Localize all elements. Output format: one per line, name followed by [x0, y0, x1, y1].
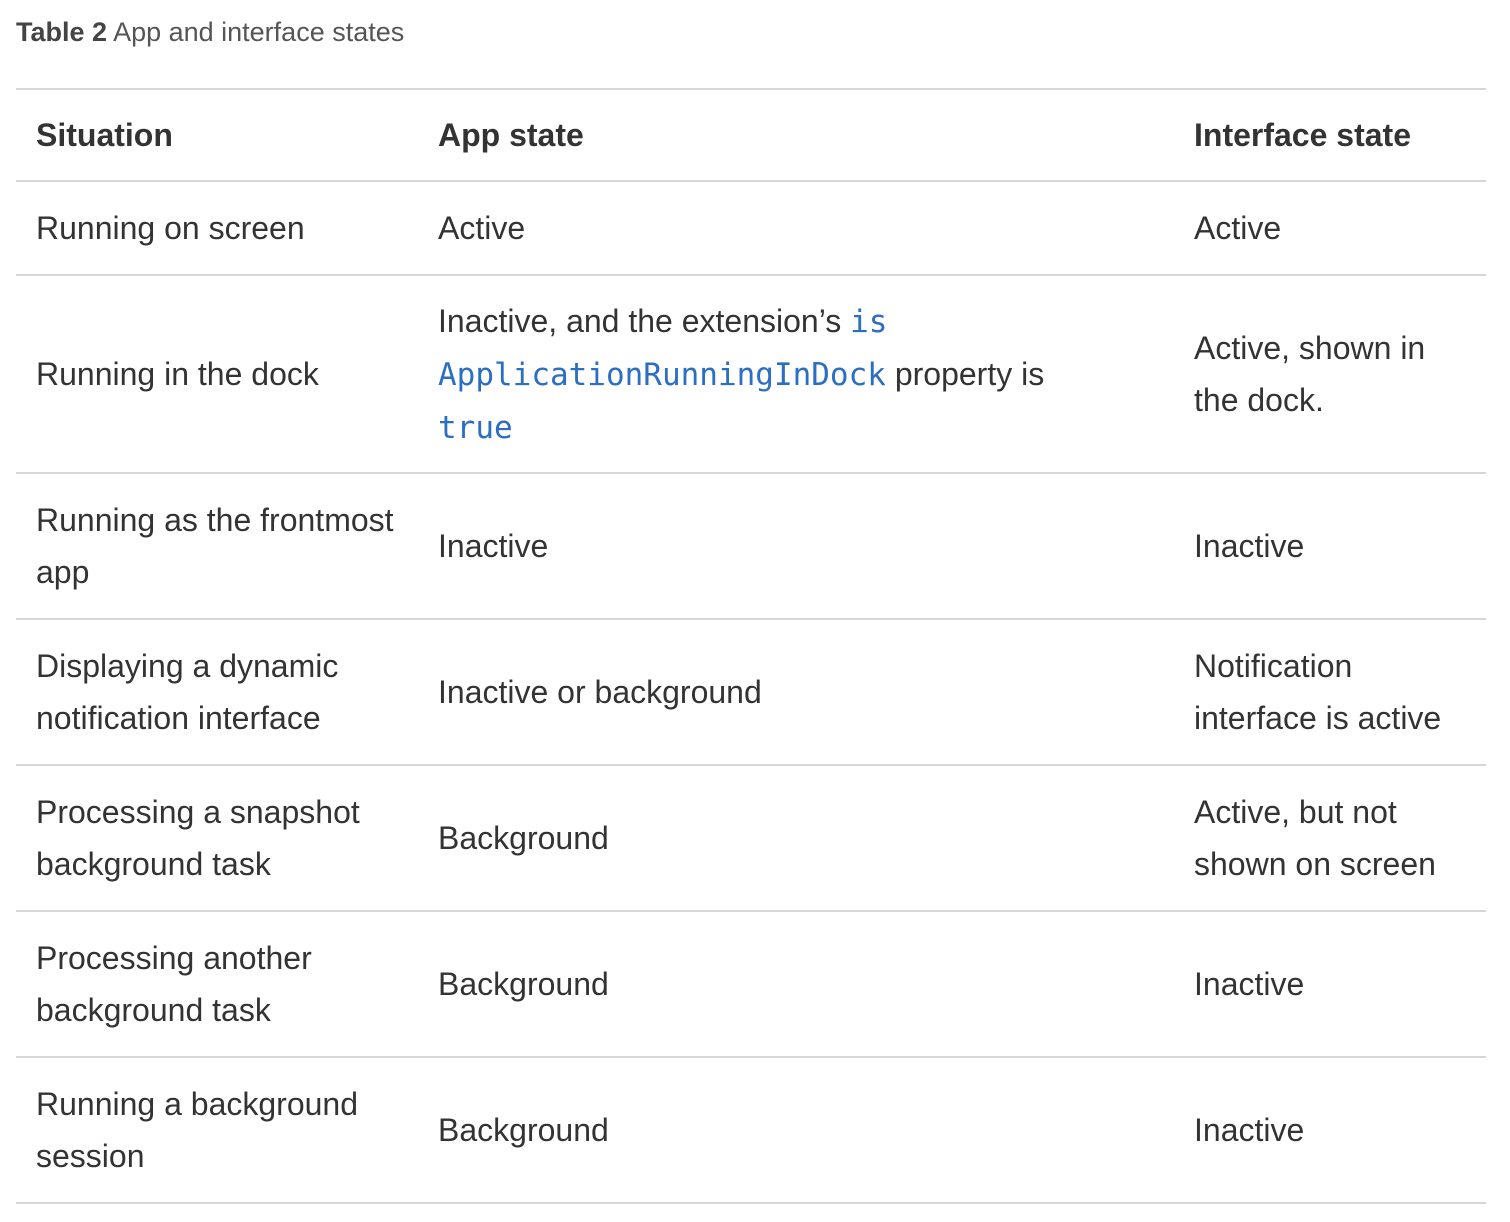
situation-cell: Running in the dock: [36, 356, 319, 392]
app-state-cell: Inactive or background: [438, 674, 762, 710]
table-row: Running a background session Background …: [16, 1057, 1486, 1203]
situation-cell: Running a background session: [36, 1086, 359, 1174]
situation-cell: Processing another background task: [36, 940, 312, 1028]
interface-state-cell: Active, shown in the dock.: [1194, 330, 1426, 418]
interface-state-cell: Notification interface is active: [1194, 648, 1442, 736]
table-row: Running in the dock Inactive, and the ex…: [16, 275, 1486, 473]
table-row: Processing a snapshot background task Ba…: [16, 765, 1486, 911]
table-row: Processing another background task Backg…: [16, 911, 1486, 1057]
situation-cell: Processing a snapshot background task: [36, 794, 360, 882]
app-state-text: Inactive, and the extension’s: [438, 302, 842, 339]
column-header-app-state: App state: [438, 117, 584, 153]
app-state-cell: Active: [438, 210, 526, 246]
column-header-situation: Situation: [36, 117, 173, 153]
app-state-cell: Inactive, and the extension’s is Applicat…: [418, 275, 1174, 473]
situation-cell: Running on screen: [36, 210, 305, 246]
situation-cell: Running as the frontmost app: [36, 502, 394, 590]
situation-cell: Displaying a dynamic notification interf…: [36, 648, 339, 736]
true-link[interactable]: true: [438, 410, 513, 446]
app-state-cell: Background: [438, 820, 609, 856]
interface-state-cell: Inactive: [1194, 528, 1305, 564]
table-row: Running on screen Active Active: [16, 181, 1486, 275]
code-is: is: [850, 303, 888, 340]
table-caption: Table 2 App and interface states: [16, 14, 404, 50]
app-state-text-middle: property is: [894, 355, 1045, 392]
table-row: Running as the frontmost app Inactive In…: [16, 473, 1486, 619]
code-application-running-in-dock: ApplicationRunningInDock: [438, 356, 886, 393]
interface-state-cell: Inactive: [1194, 1112, 1305, 1148]
interface-state-cell: Active: [1194, 210, 1282, 246]
table-caption-label: Table 2: [16, 17, 108, 47]
app-state-cell: Background: [438, 1112, 609, 1148]
table-caption-text: App and interface states: [113, 17, 405, 47]
interface-state-cell: Active, but not shown on screen: [1194, 794, 1436, 882]
table-row: Displaying a dynamic notification interf…: [16, 619, 1486, 765]
app-state-cell: Inactive: [438, 528, 549, 564]
app-state-cell: Background: [438, 966, 609, 1002]
table-header-row: Situation App state Interface state: [16, 89, 1486, 181]
interface-state-cell: Inactive: [1194, 966, 1305, 1002]
app-interface-states-table: Situation App state Interface state Runn…: [16, 88, 1486, 1204]
column-header-interface-state: Interface state: [1194, 117, 1411, 153]
